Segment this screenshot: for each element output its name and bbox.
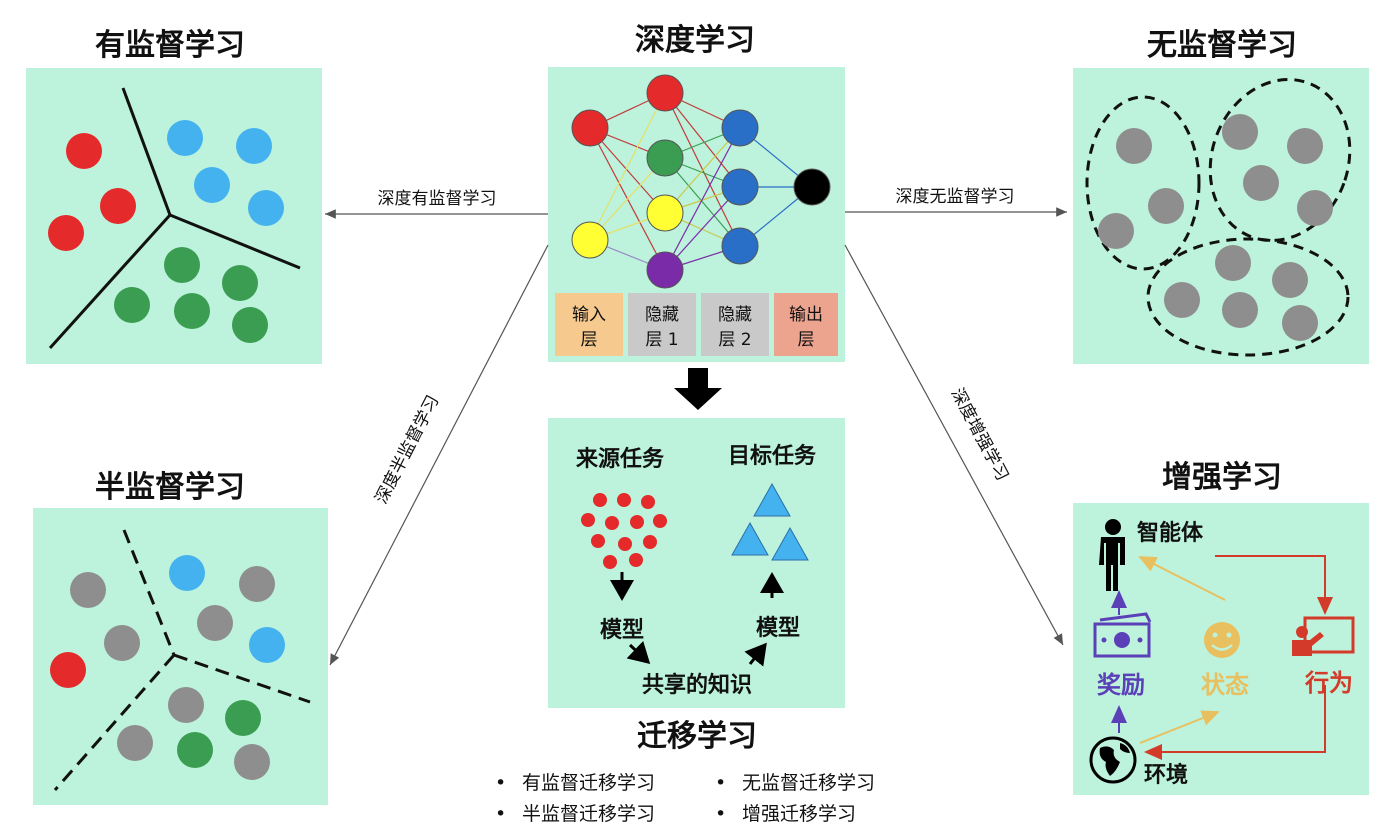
hidden-layer-2-label-1: 隐藏 — [718, 305, 752, 325]
arrow-deep-rl — [844, 244, 1064, 646]
transfer-learning-panel: 来源任务 目标任务 模型 模型 共享的知识 迁移学习 — [548, 418, 845, 754]
environment-label: 环境 — [1144, 762, 1188, 788]
diagram-canvas: 有监督学习 无监督学习 半监督学习 深度学习 输入 层 隐藏 层 1 隐藏 层 … — [26, 23, 1369, 825]
supervised-learning-panel: 有监督学习 — [26, 28, 322, 364]
deep-semi-label: 深度半监督学习 — [372, 392, 444, 507]
down-arrow-icon — [674, 368, 722, 410]
svg-text:•: • — [495, 772, 506, 794]
target-task-label: 目标任务 — [728, 443, 817, 469]
agent-label: 智能体 — [1137, 520, 1204, 546]
hidden-layer-1-label-2: 层 1 — [645, 330, 678, 350]
semi-supervised-learning-panel: 半监督学习 — [33, 470, 328, 805]
hidden-layer-1-label-1: 隐藏 — [645, 305, 679, 325]
hidden-layer-2-label-2: 层 2 — [718, 330, 751, 350]
svg-text:•: • — [495, 803, 506, 825]
bullet-semi-transfer: 半监督迁移学习 — [522, 803, 655, 825]
bullet-supervised-transfer: 有监督迁移学习 — [522, 772, 655, 794]
input-layer-label-2: 层 — [581, 330, 598, 350]
input-layer-label-1: 输入 — [572, 305, 606, 325]
svg-text:•: • — [715, 772, 726, 794]
unsupervised-title: 无监督学习 — [1147, 28, 1297, 63]
output-layer-label-1: 输出 — [789, 305, 823, 325]
arrow-deep-semi — [329, 244, 549, 666]
semi-title: 半监督学习 — [95, 470, 245, 505]
deep-title: 深度学习 — [635, 23, 755, 58]
supervised-title: 有监督学习 — [95, 28, 245, 63]
deep-rl-label: 深度增强学习 — [947, 385, 1013, 484]
action-label: 行为 — [1304, 669, 1353, 697]
unsupervised-learning-panel: 无监督学习 — [1073, 28, 1369, 364]
state-label: 状态 — [1201, 671, 1249, 699]
bullet-unsupervised-transfer: 无监督迁移学习 — [742, 772, 875, 794]
transfer-bullets: • 有监督迁移学习 • 无监督迁移学习 • 半监督迁移学习 • 增强迁移学习 — [495, 772, 875, 825]
deep-unsupervised-label: 深度无监督学习 — [896, 187, 1015, 207]
transfer-title: 迁移学习 — [637, 719, 757, 754]
state-smiley-icon — [1204, 622, 1240, 658]
reward-label: 奖励 — [1097, 671, 1145, 699]
deep-supervised-label: 深度有监督学习 — [378, 189, 497, 209]
rl-title: 增强学习 — [1162, 460, 1282, 495]
model-right-label: 模型 — [756, 616, 800, 641]
svg-text:•: • — [715, 803, 726, 825]
shared-knowledge-label: 共享的知识 — [642, 672, 752, 698]
source-task-label: 来源任务 — [575, 446, 665, 472]
model-left-label: 模型 — [600, 618, 644, 643]
deep-learning-panel: 深度学习 输入 层 隐藏 层 1 隐藏 层 2 输出 层 — [548, 23, 845, 362]
bullet-rl-transfer: 增强迁移学习 — [742, 803, 856, 825]
output-layer-label-2: 层 — [798, 330, 815, 350]
environment-globe-icon — [1089, 736, 1137, 784]
reinforcement-learning-panel: 增强学习 智能体 行为 状态 奖励 环境 — [1073, 460, 1369, 795]
